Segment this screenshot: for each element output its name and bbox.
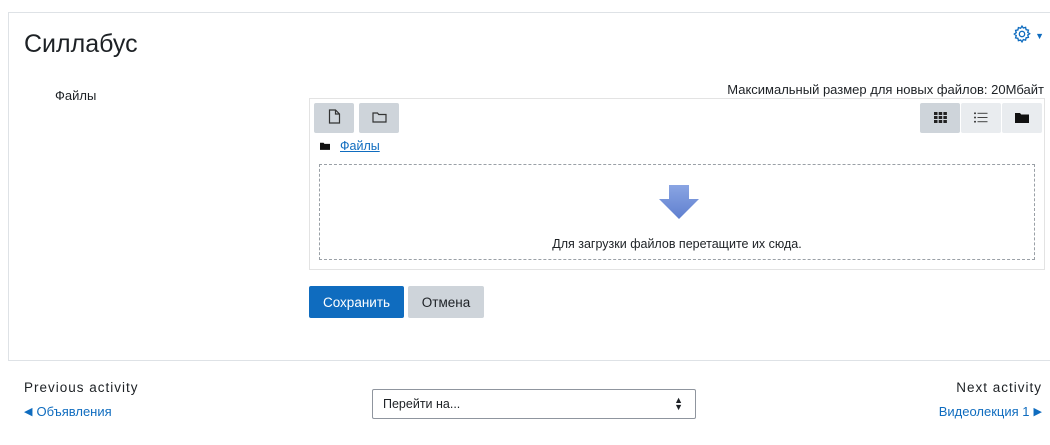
page-title: Силлабус (24, 30, 138, 58)
caret-left-icon: ◀ (24, 406, 33, 418)
previous-activity-label: Previous activity (24, 380, 139, 395)
arrow-down-icon (658, 185, 700, 224)
breadcrumb: Файлы (320, 139, 380, 153)
sort-arrows-icon: ▲ ▼ (674, 395, 683, 412)
folder-icon (320, 139, 330, 153)
caret-right-icon: ▶ (1033, 406, 1042, 418)
file-manager: Файлы Для загрузки файлов перетащите их … (309, 98, 1045, 270)
next-activity-label: Next activity (956, 380, 1042, 395)
previous-activity-link-text: Объявления (36, 404, 112, 419)
view-list-button[interactable] (961, 103, 1001, 133)
file-icon (328, 109, 341, 127)
list-icon (974, 111, 988, 126)
view-icons-button[interactable] (920, 103, 960, 133)
jump-to-select-value: Перейти на... (383, 397, 461, 411)
gear-icon (1012, 24, 1032, 49)
drop-zone[interactable]: Для загрузки файлов перетащите их сюда. (319, 164, 1035, 260)
footer-divider (8, 360, 1050, 361)
grid-icon (933, 111, 947, 126)
add-file-button[interactable] (314, 103, 354, 133)
path-link-files[interactable]: Файлы (340, 139, 380, 153)
folder-icon (1015, 111, 1029, 126)
files-field-label: Файлы (55, 88, 97, 103)
view-tree-button[interactable] (1002, 103, 1042, 133)
max-file-size-text: Максимальный размер для новых файлов: 20… (727, 82, 1044, 97)
next-activity-link[interactable]: Видеолекция 1 ▶ (939, 404, 1042, 419)
previous-activity-link[interactable]: ◀ Объявления (24, 404, 112, 419)
chevron-down-icon: ▼ (1035, 31, 1044, 41)
next-activity-link-text: Видеолекция 1 (938, 404, 1030, 419)
folder-outline-icon (371, 111, 387, 126)
settings-menu[interactable]: ▼ (1012, 24, 1044, 49)
drop-zone-text: Для загрузки файлов перетащите их сюда. (552, 237, 802, 251)
jump-to-select[interactable]: Перейти на... ▲ ▼ (372, 389, 696, 419)
create-folder-button[interactable] (359, 103, 399, 133)
cancel-button[interactable]: Отмена (408, 286, 484, 318)
file-manager-toolbar (314, 103, 1042, 133)
save-button[interactable]: Сохранить (309, 286, 404, 318)
